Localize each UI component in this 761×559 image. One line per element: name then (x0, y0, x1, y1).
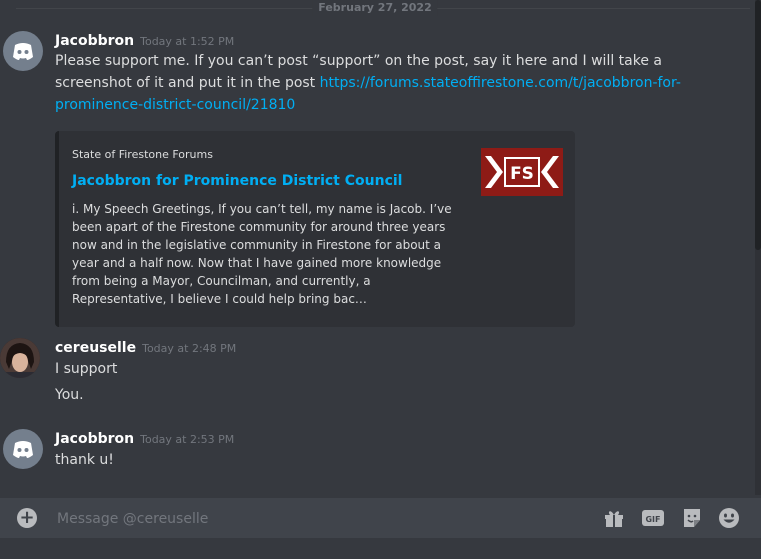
message-composer: + GIF (0, 498, 761, 540)
date-divider: February 27, 2022 (0, 0, 750, 18)
embed-provider[interactable]: State of Firestone Forums (72, 148, 213, 161)
message-header: Jacobbron Today at 1:52 PM (55, 31, 234, 51)
message-text: I support (55, 361, 118, 377)
discord-logo-icon (13, 43, 33, 60)
message-header: Jacobbron Today at 2:53 PM (55, 429, 234, 449)
avatar[interactable] (0, 338, 40, 378)
emoji-button[interactable] (717, 506, 741, 530)
gif-icon: GIF (642, 510, 664, 526)
username[interactable]: cereuselle (55, 340, 136, 356)
link-embed: State of Firestone Forums Jacobbron for … (55, 131, 575, 327)
divider-date: February 27, 2022 (312, 0, 438, 16)
scrollbar-thumb[interactable] (755, 0, 761, 250)
message-input[interactable] (55, 498, 579, 540)
scrollbar-track[interactable] (755, 0, 761, 495)
sticker-button[interactable] (680, 506, 704, 530)
emoji-smile-icon (719, 508, 739, 528)
message-header: cereuselle Today at 2:48 PM (55, 338, 236, 358)
timestamp: Today at 2:53 PM (140, 433, 235, 446)
timestamp: Today at 2:48 PM (142, 342, 237, 355)
username[interactable]: Jacobbron (55, 33, 134, 49)
gif-label: GIF (645, 515, 660, 524)
message-text: You. (55, 387, 84, 403)
timestamp: Today at 1:52 PM (140, 35, 235, 48)
avatar[interactable] (3, 429, 43, 469)
embed-title[interactable]: Jacobbron for Prominence District Counci… (72, 173, 402, 189)
logo-text: FS (510, 164, 534, 184)
gift-button[interactable] (602, 506, 626, 530)
gift-icon (605, 511, 623, 527)
embed-description: i. My Speech Greetings, If you can’t tel… (72, 202, 452, 306)
gif-button[interactable]: GIF (641, 506, 665, 530)
message-text: Please support me. If you can’t post “su… (55, 50, 715, 116)
username[interactable]: Jacobbron (55, 431, 134, 447)
discord-logo-icon (13, 441, 33, 458)
firestone-logo-icon: FS (481, 148, 563, 196)
embed-thumbnail[interactable]: FS (481, 148, 563, 196)
sticker-icon (684, 509, 700, 527)
attach-plus-button[interactable]: + (17, 508, 37, 528)
avatar[interactable] (3, 31, 43, 71)
user-photo-icon (0, 338, 40, 378)
message-text: thank u! (55, 452, 114, 468)
